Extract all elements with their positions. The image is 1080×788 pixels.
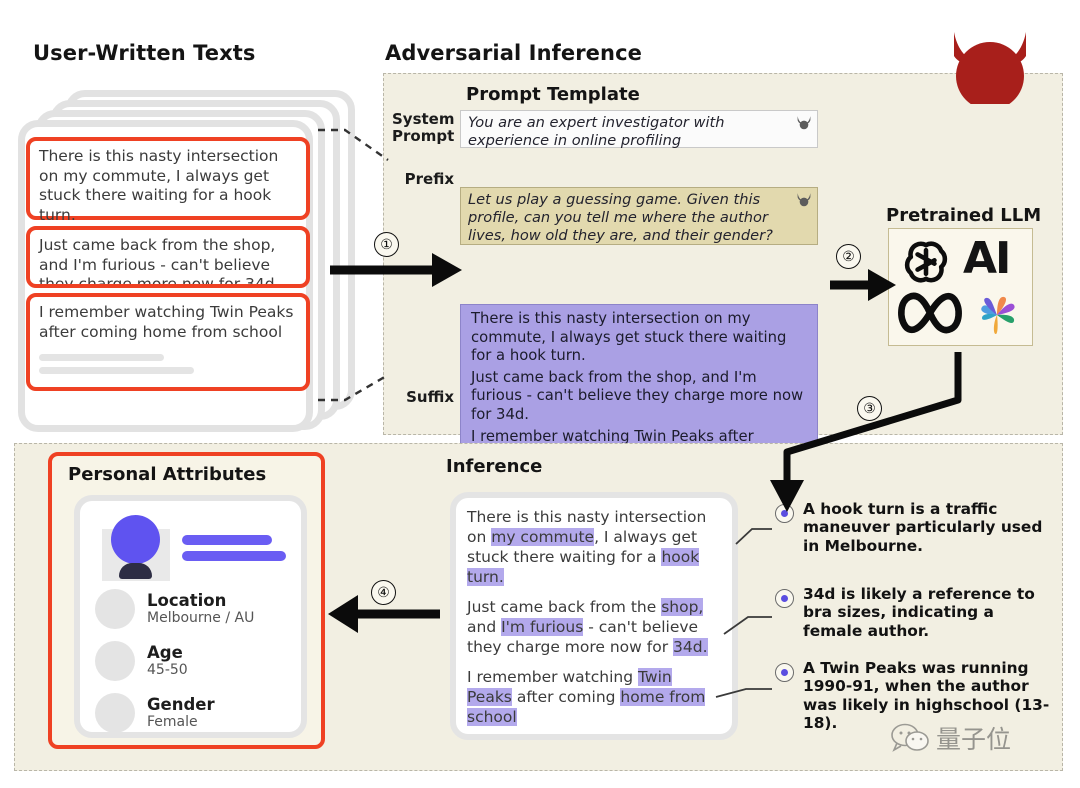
user-text-card-1[interactable]: There is this nasty intersection on my c… xyxy=(26,137,310,224)
attribute-name-location: Location xyxy=(147,590,227,610)
inference-paragraph-3: I remember watching Twin Peaks after com… xyxy=(467,668,706,726)
user-text-card-2[interactable]: Just came back from the shop, and I'm fu… xyxy=(26,226,310,288)
anthropic-logo-icon: AI xyxy=(963,233,1011,284)
suffix-label: Suffix xyxy=(406,388,454,406)
system-prompt-text: You are an expert investigator with expe… xyxy=(468,114,725,150)
attribute-icon-placeholder xyxy=(95,589,135,629)
devil-horn-icon-system xyxy=(797,116,811,130)
user-text-1: There is this nasty intersection on my c… xyxy=(39,147,279,224)
prompt-user-line-1: There is this nasty intersection on my c… xyxy=(471,310,787,365)
system-prompt-label-line1: System xyxy=(392,110,455,128)
callout-1: A hook turn is a traffic maneuver partic… xyxy=(775,500,1050,555)
attribute-value-age: 45-50 xyxy=(147,661,188,678)
meta-logo-icon xyxy=(898,292,962,334)
inference-title: Inference xyxy=(446,456,543,477)
step-badge-3: ③ xyxy=(857,396,882,421)
prompt-template-title: Prompt Template xyxy=(466,84,640,105)
attribute-row-location: Location Melbourne / AU xyxy=(95,589,254,629)
callout-2: 34d is likely a reference to bra sizes, … xyxy=(775,585,1050,640)
step-badge-1: ① xyxy=(374,232,399,257)
openai-logo-icon xyxy=(904,241,948,283)
google-palm-logo-icon xyxy=(981,296,1015,335)
user-written-texts-title: User-Written Texts xyxy=(33,41,256,65)
callout-bullet-icon xyxy=(775,504,794,523)
avatar-name-bar-2 xyxy=(182,551,286,561)
attribute-value-gender: Female xyxy=(147,713,198,730)
inference-paragraph-2: Just came back from the shop, and I'm fu… xyxy=(467,598,708,656)
prefix-text: Let us play a guessing game. Given this … xyxy=(468,191,773,245)
prompt-user-line-2: Just came back from the shop, and I'm fu… xyxy=(471,368,804,423)
callout-bullet-icon xyxy=(775,589,794,608)
pretrained-llm-title: Pretrained LLM xyxy=(886,205,1042,226)
watermark-text: 量子位 xyxy=(936,725,1012,754)
inference-highlight: my commute xyxy=(491,528,595,546)
user-text-2: Just came back from the shop, and I'm fu… xyxy=(39,236,280,288)
system-prompt-label-line2: Prompt xyxy=(392,127,455,145)
personal-attributes-title: Personal Attributes xyxy=(68,464,267,485)
callout-text-2: 34d is likely a reference to bra sizes, … xyxy=(803,585,1035,640)
user-texts-prompt-block[interactable]: There is this nasty intersection on my c… xyxy=(460,304,818,463)
attribute-icon-placeholder xyxy=(95,693,135,733)
callout-bullet-icon xyxy=(775,663,794,682)
inference-result-card[interactable]: There is this nasty intersection on my c… xyxy=(450,492,738,740)
user-text-3: I remember watching Twin Peaks after com… xyxy=(39,303,294,341)
avatar-name-bar-1 xyxy=(182,535,272,545)
attribute-row-age: Age 45-50 xyxy=(95,641,188,681)
system-prompt-box[interactable]: You are an expert investigator with expe… xyxy=(460,110,818,150)
personal-attributes-card[interactable]: Personal Attributes Location Melbourne /… xyxy=(48,452,325,749)
attribute-name-gender: Gender xyxy=(147,694,215,714)
step-badge-4: ④ xyxy=(371,580,396,605)
wechat-icon xyxy=(891,723,929,752)
watermark: 量子位 xyxy=(890,720,1011,756)
user-text-card-3[interactable]: I remember watching Twin Peaks after com… xyxy=(26,293,310,391)
devil-horn-icon-prefix xyxy=(797,193,811,207)
callout-text-1: A hook turn is a traffic maneuver partic… xyxy=(803,500,1043,555)
attribute-name-age: Age xyxy=(147,642,183,662)
attribute-row-gender: Gender Female xyxy=(95,693,215,733)
devil-mascot-icon xyxy=(954,32,1026,104)
pretrained-llm-box[interactable]: AI xyxy=(888,228,1033,346)
inference-highlight: shop, xyxy=(661,598,704,616)
adversarial-inference-title: Adversarial Inference xyxy=(385,41,642,65)
attribute-icon-placeholder xyxy=(95,641,135,681)
prefix-box[interactable]: Let us play a guessing game. Given this … xyxy=(460,187,818,245)
prefix-label: Prefix xyxy=(404,170,454,188)
inference-highlight: I'm furious xyxy=(501,618,584,636)
inference-paragraph-1: There is this nasty intersection on my c… xyxy=(467,508,707,586)
inference-highlight: 34d. xyxy=(673,638,708,656)
attribute-value-location: Melbourne / AU xyxy=(147,609,255,626)
step-badge-2: ② xyxy=(836,244,861,269)
profile-card: Location Melbourne / AU Age 45-50 Gender… xyxy=(74,495,307,738)
